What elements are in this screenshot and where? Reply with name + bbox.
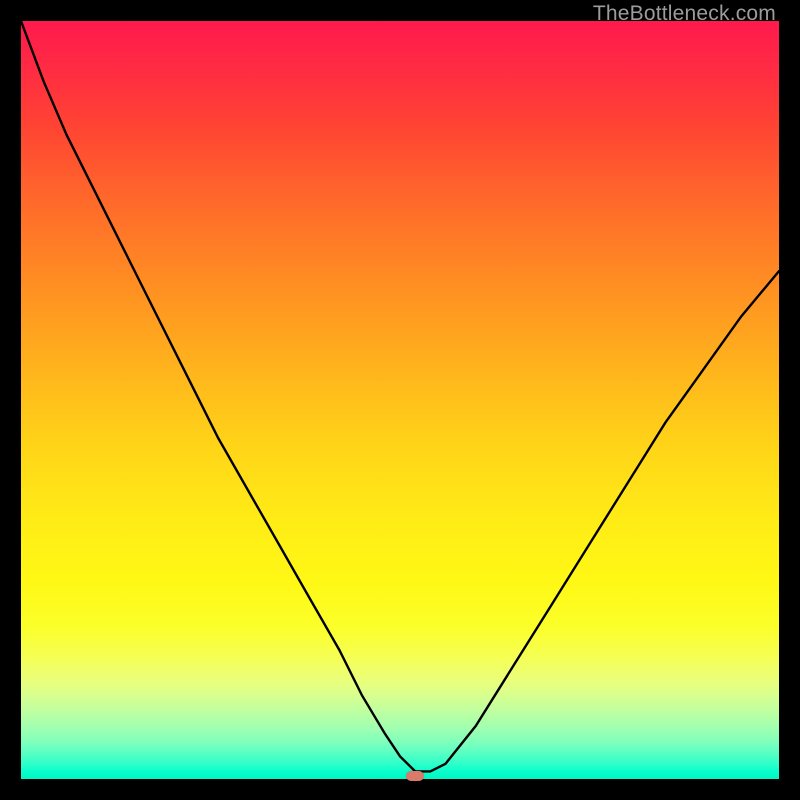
plot-area [21,21,779,779]
optimal-marker [406,771,424,781]
chart-frame: TheBottleneck.com [0,0,800,800]
bottleneck-curve [21,21,779,779]
